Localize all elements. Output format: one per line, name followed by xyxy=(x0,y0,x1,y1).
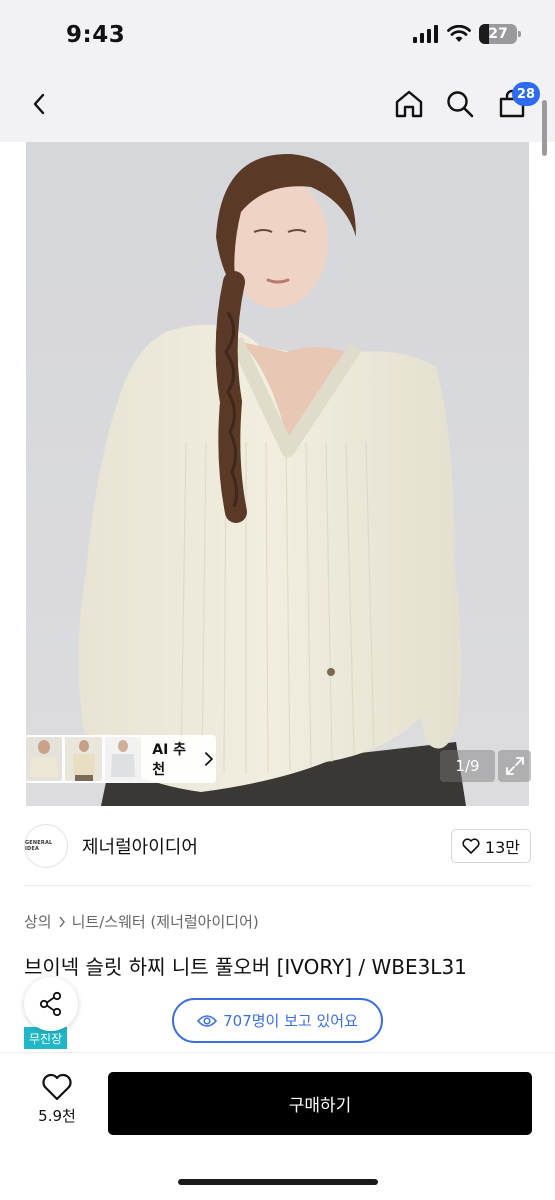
expand-image-button[interactable] xyxy=(498,750,531,782)
ai-recommend-strip[interactable]: AI 추천 xyxy=(24,735,216,783)
breadcrumb-level2[interactable]: 니트/스웨터 (제너럴아이디어) xyxy=(72,911,259,932)
home-indicator xyxy=(178,1179,378,1185)
divider xyxy=(24,885,531,886)
ai-recommend-label: AI 추천 xyxy=(152,742,187,778)
viewers-text: 707명이 보고 있어요 xyxy=(223,1012,358,1030)
product-image-gallery[interactable] xyxy=(26,142,529,806)
thumbnail-1[interactable] xyxy=(26,737,63,781)
home-icon xyxy=(395,90,423,118)
buy-button[interactable]: 구매하기 xyxy=(108,1072,532,1135)
bottom-purchase-bar: 5.9천 구매하기 xyxy=(0,1052,555,1200)
ai-recommend-link[interactable]: AI 추천 xyxy=(152,739,214,779)
wishlist-button[interactable]: 5.9천 xyxy=(28,1073,86,1126)
brand-like-count: 13만 xyxy=(484,838,520,857)
image-page-counter: 1/9 xyxy=(440,750,495,782)
brand-name[interactable]: 제너럴아이디어 xyxy=(82,833,198,859)
brand-like-button[interactable]: 13만 xyxy=(450,829,531,863)
back-button[interactable] xyxy=(20,84,60,124)
thumbnail-2[interactable] xyxy=(65,737,102,781)
search-icon xyxy=(447,91,474,118)
status-bar: 9:43 27 xyxy=(0,0,555,70)
battery-level: 27 xyxy=(488,26,508,42)
cart-count-badge: 28 xyxy=(511,82,540,106)
viewers-count-pill: 707명이 보고 있어요 xyxy=(172,998,383,1043)
battery-icon: 27 xyxy=(479,24,521,44)
cart-button[interactable]: 28 xyxy=(492,82,540,124)
thumbnail-3[interactable] xyxy=(104,737,142,781)
status-icons: 27 xyxy=(413,24,521,44)
chevron-right-icon xyxy=(59,916,65,927)
product-title: 브이넥 슬릿 하찌 니트 풀오버 [IVORY] / WBE3L31 xyxy=(24,955,467,979)
heart-icon xyxy=(462,838,480,854)
expand-icon xyxy=(505,757,524,775)
top-nav: 28 xyxy=(0,70,555,142)
status-time: 9:43 xyxy=(66,22,126,48)
signal-icon xyxy=(413,25,438,43)
chevron-left-icon xyxy=(33,93,45,115)
search-button[interactable] xyxy=(440,84,480,124)
breadcrumb-level1[interactable]: 상의 xyxy=(24,911,52,932)
wifi-icon xyxy=(447,25,471,42)
scroll-indicator[interactable] xyxy=(542,100,547,156)
share-button[interactable] xyxy=(24,977,78,1031)
eye-icon xyxy=(197,1014,218,1027)
share-icon xyxy=(39,991,62,1017)
chevron-right-icon xyxy=(205,752,214,766)
brand-row[interactable]: GENERAL IDEA 제너럴아이디어 13만 xyxy=(24,823,531,869)
heart-icon xyxy=(42,1073,72,1101)
home-button[interactable] xyxy=(389,84,429,124)
product-photo xyxy=(26,142,529,806)
breadcrumb: 상의 니트/스웨터 (제너럴아이디어) xyxy=(24,911,259,932)
brand-logo[interactable]: GENERAL IDEA xyxy=(24,824,68,868)
wishlist-count: 5.9천 xyxy=(38,1107,76,1125)
